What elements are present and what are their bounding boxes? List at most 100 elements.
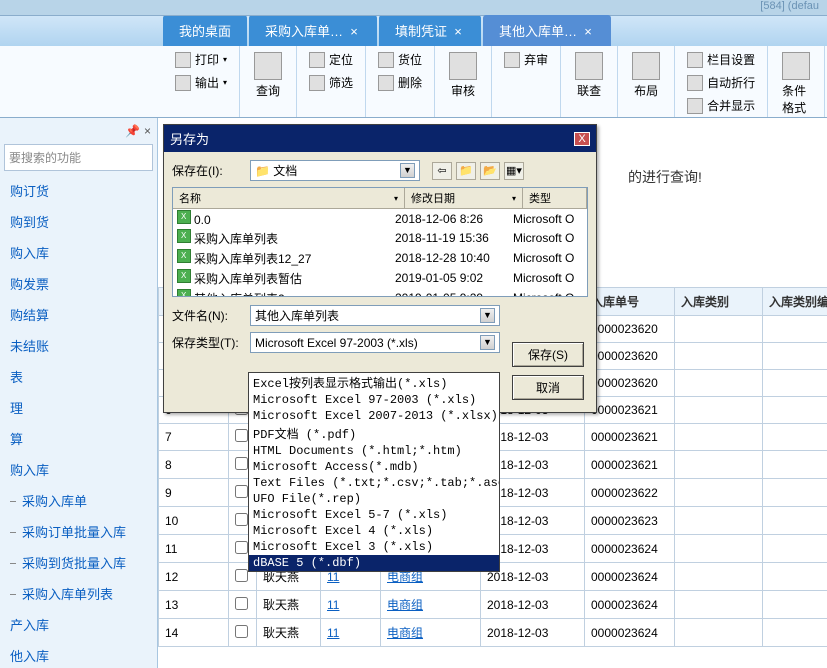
close-icon[interactable]: × [451,24,465,38]
layout-button[interactable]: 布局 [626,48,666,103]
layout-icon [632,52,660,80]
tab-desktop[interactable]: 我的桌面 [163,15,247,46]
close-icon[interactable]: × [581,24,595,38]
dropdown-item[interactable]: Microsoft Excel 4 (*.xls) [249,523,499,539]
chevron-down-icon[interactable]: ▼ [400,163,415,178]
col-type-code[interactable]: 入库类别编码 [763,288,827,316]
new-folder-icon[interactable]: 📂 [480,162,500,180]
dropdown-item[interactable]: Microsoft Excel 3 (*.xls) [249,539,499,555]
col-date[interactable]: 修改日期▾ [405,188,523,208]
back-icon[interactable]: ⇦ [432,162,452,180]
audit-button[interactable]: 审核 [443,48,483,103]
file-row[interactable]: 采购入库单列表暂估2019-01-05 9:02Microsoft O [173,268,587,288]
cancel-button[interactable]: 取消 [512,375,584,400]
view-menu-icon[interactable]: ▦▾ [504,162,524,180]
chevron-down-icon[interactable]: ▼ [480,308,495,323]
dropdown-item[interactable]: PDF文档 (*.pdf) [249,424,499,443]
filter-button[interactable]: 筛选 [305,71,357,94]
row-checkbox[interactable] [235,625,248,638]
delete-button[interactable]: 删除 [374,71,426,94]
sidebar-item[interactable]: 表 [0,361,157,392]
sidebar-item[interactable]: 购发票 [0,268,157,299]
sidebar-item[interactable]: 采购入库单 [0,485,157,516]
pin-icon[interactable]: 📌 [125,124,140,138]
row-checkbox[interactable] [235,429,248,442]
sidebar-item[interactable]: 购入库 [0,237,157,268]
sidebar-item[interactable]: 购结算 [0,299,157,330]
sidebar-item[interactable]: 产入库 [0,609,157,640]
col-type[interactable]: 类型 [523,188,587,208]
dialog-titlebar[interactable]: 另存为 X [164,125,596,152]
sidebar-item[interactable]: 购订货 [0,175,157,206]
close-icon[interactable]: X [574,132,590,146]
dropdown-item[interactable]: HTML Documents (*.html;*.htm) [249,443,499,459]
sidebar-item[interactable]: 他入库 [0,640,157,668]
output-button[interactable]: 输出 ▾ [171,71,231,94]
row-checkbox[interactable] [235,457,248,470]
sidebar-item[interactable]: 理 [0,392,157,423]
file-row[interactable]: 0.02018-12-06 8:26Microsoft O [173,209,587,228]
column-settings-button[interactable]: 栏目设置 [683,48,759,71]
savetype-select[interactable]: Microsoft Excel 97-2003 (*.xls) ▼ [250,332,500,353]
dropdown-item[interactable]: Microsoft Excel 97-2003 (*.xls) [249,392,499,408]
savetype-label: 保存类型(T): [172,334,244,351]
dropdown-item[interactable]: dBASE 5 (*.dbf) [249,555,499,571]
sidebar-item[interactable]: 采购到货批量入库 [0,547,157,578]
undo-icon [504,52,520,68]
up-folder-icon[interactable]: 📁 [456,162,476,180]
excel-icon [177,210,191,224]
close-icon[interactable]: × [144,124,151,138]
inventory-button[interactable]: 货位 [374,48,426,71]
dropdown-item[interactable]: Microsoft Excel 5-7 (*.xls) [249,507,499,523]
tab-voucher[interactable]: 填制凭证× [379,15,481,46]
sidebar-item[interactable]: 采购入库单列表 [0,578,157,609]
excel-icon [177,249,191,263]
file-row[interactable]: 采购入库单列表2018-11-19 15:36Microsoft O [173,228,587,248]
cond-format-button[interactable]: 条件格式 [776,48,816,120]
savetype-dropdown[interactable]: Excel按列表显示格式输出(*.xls)Microsoft Excel 97-… [248,372,500,572]
excel-icon [177,289,191,297]
search-input[interactable]: 要搜索的功能 [4,144,153,171]
tab-other-in[interactable]: 其他入库单…× [483,15,611,46]
save-in-select[interactable]: 📁 文档 ▼ [250,160,420,181]
col-type[interactable]: 入库类别 [675,288,763,316]
relate-button[interactable]: 联查 [569,48,609,103]
dropdown-item[interactable]: Microsoft Excel 2007-2013 (*.xlsx) [249,408,499,424]
check-icon [449,52,477,80]
file-list[interactable]: 名称▾ 修改日期▾ 类型 0.02018-12-06 8:26Microsoft… [172,187,588,297]
col-doc-no[interactable]: 入库单号 [585,288,675,316]
locate-button[interactable]: 定位 [305,48,357,71]
row-checkbox[interactable] [235,597,248,610]
shelf-icon [378,52,394,68]
sidebar-item[interactable]: 购到货 [0,206,157,237]
file-row[interactable]: 其他入库单列表22019-01-05 9:29Microsoft O [173,288,587,297]
dropdown-item[interactable]: Text Files (*.txt;*.csv;*.tab;*.asc) [249,475,499,491]
table-row[interactable]: 13耿天燕11电商组2018-12-030000023624 [159,591,827,619]
sidebar-item[interactable]: 算 [0,423,157,454]
dropdown-item[interactable]: UFO File(*.rep) [249,491,499,507]
abandon-button[interactable]: 弃审 [500,48,552,71]
row-checkbox[interactable] [235,485,248,498]
dropdown-item[interactable]: Microsoft Access(*.mdb) [249,459,499,475]
row-checkbox[interactable] [235,513,248,526]
delete-icon [378,75,394,91]
print-button[interactable]: 打印 ▾ [171,48,231,71]
table-row[interactable]: 14耿天燕11电商组2018-12-030000023624 [159,619,827,647]
sidebar-item[interactable]: 购入库 [0,454,157,485]
sidebar-item[interactable]: 未结账 [0,330,157,361]
query-button[interactable]: 查询 [248,48,288,103]
col-name[interactable]: 名称▾ [173,188,405,208]
row-checkbox[interactable] [235,569,248,582]
merge-show-button[interactable]: 合并显示 [683,94,759,117]
save-button[interactable]: 保存(S) [512,342,584,367]
chevron-down-icon[interactable]: ▼ [480,335,495,350]
filename-input[interactable]: 其他入库单列表 ▼ [250,305,500,326]
file-row[interactable]: 采购入库单列表12_272018-12-28 10:40Microsoft O [173,248,587,268]
sidebar-item[interactable]: 采购订单批量入库 [0,516,157,547]
close-icon[interactable]: × [347,24,361,38]
dropdown-item[interactable]: Excel按列表显示格式输出(*.xls) [249,373,499,392]
row-checkbox[interactable] [235,541,248,554]
tab-purchase-in[interactable]: 采购入库单…× [249,15,377,46]
auto-wrap-button[interactable]: 自动折行 [683,71,759,94]
wrap-icon [687,75,703,91]
